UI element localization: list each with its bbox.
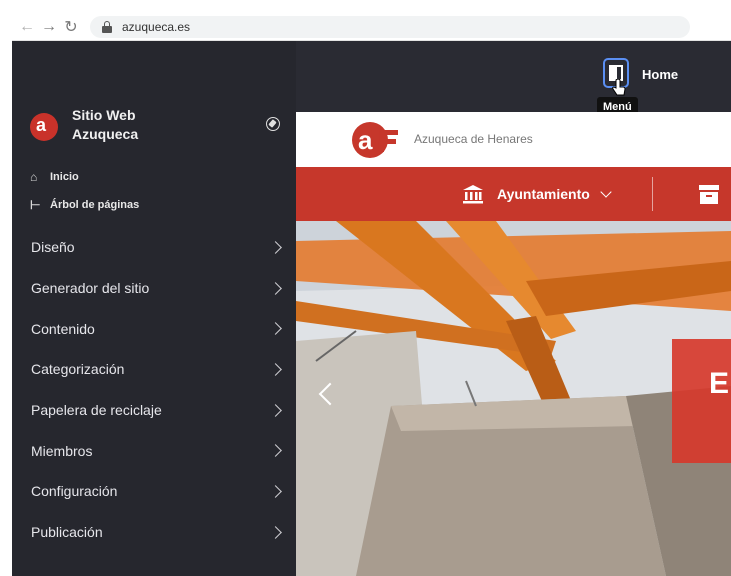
hand-cursor-icon	[612, 79, 626, 96]
page-tree-icon: ⊢	[30, 198, 41, 212]
sidebar-item-inicio[interactable]: ⌂ Inicio	[30, 170, 79, 184]
admin-sidebar: a Sitio Web Azuqueca ⌂ Inicio ⊢ Árbol de…	[12, 41, 296, 576]
lock-icon	[102, 21, 112, 33]
sidebar-item-site-builder[interactable]: Generador del sitio	[12, 268, 296, 309]
site-main-nav: Ayuntamiento	[296, 167, 731, 221]
chevron-right-icon	[269, 525, 282, 539]
menu-item-label: Publicación	[31, 524, 103, 541]
hero-caption-panel	[672, 339, 731, 463]
sidebar-menu: Diseño Generador del sitio Contenido Cat…	[12, 227, 296, 553]
home-icon: ⌂	[30, 170, 38, 184]
browser-toolbar: ← → ↻ azuqueca.es	[12, 14, 731, 41]
menu-item-label: Miembros	[31, 442, 93, 459]
chevron-down-icon	[600, 186, 612, 198]
nav-item-ayuntamiento[interactable]: Ayuntamiento	[497, 186, 590, 202]
institution-icon	[463, 185, 483, 204]
menu-item-label: Generador del sitio	[31, 280, 150, 297]
page-title-home: Home	[642, 67, 679, 82]
chevron-right-icon	[269, 363, 282, 376]
site-brand-header: a Azuqueca de Henares	[296, 112, 731, 167]
menu-item-label: Configuración	[31, 483, 118, 500]
chevron-right-icon	[269, 403, 282, 417]
archive-icon[interactable]	[698, 183, 720, 205]
sidebar-item-label: Inicio	[50, 171, 79, 183]
compass-icon[interactable]	[266, 117, 280, 131]
chevron-right-icon	[269, 281, 282, 295]
brand-logo-icon[interactable]: a	[350, 120, 402, 160]
control-menu-bar: Home Menú	[296, 41, 731, 117]
chevron-right-icon	[269, 240, 282, 254]
hero-caption-text: E	[709, 367, 730, 400]
forward-icon[interactable]: →	[38, 16, 60, 38]
hero-image	[296, 221, 731, 576]
chevron-right-icon	[269, 322, 282, 336]
sidebar-item-recycle-bin[interactable]: Papelera de reciclaje	[12, 390, 296, 431]
menu-item-label: Diseño	[31, 239, 75, 256]
back-icon[interactable]: ←	[16, 16, 38, 38]
nav-divider	[652, 177, 653, 211]
chevron-right-icon	[269, 485, 282, 498]
sidebar-item-content[interactable]: Contenido	[12, 308, 296, 349]
url-text: azuqueca.es	[122, 20, 191, 34]
menu-item-label: Papelera de reciclaje	[31, 402, 162, 419]
sidebar-item-diseno[interactable]: Diseño	[12, 227, 296, 268]
menu-item-label: Contenido	[31, 320, 95, 337]
site-logo-icon: a	[30, 113, 58, 141]
site-title-line1: Sitio Web	[72, 107, 136, 123]
sidebar-item-publication[interactable]: Publicación	[12, 512, 296, 553]
sidebar-item-members[interactable]: Miembros	[12, 430, 296, 471]
svg-text:a: a	[358, 125, 373, 155]
address-bar[interactable]: azuqueca.es	[90, 16, 690, 38]
hero-carousel: E	[296, 221, 731, 576]
brand-name[interactable]: Azuqueca de Henares	[414, 132, 533, 146]
menu-item-label: Categorización	[31, 361, 125, 378]
reload-icon[interactable]: ↻	[60, 16, 82, 38]
sidebar-item-configuration[interactable]: Configuración	[12, 471, 296, 512]
sidebar-item-label: Árbol de páginas	[50, 199, 140, 211]
sidebar-item-page-tree[interactable]: ⊢ Árbol de páginas	[30, 198, 139, 212]
site-header-block: a Sitio Web Azuqueca	[12, 103, 296, 147]
site-title-line2: Azuqueca	[72, 126, 139, 142]
sidebar-item-categorization[interactable]: Categorización	[12, 349, 296, 390]
chevron-right-icon	[269, 444, 282, 458]
site-title[interactable]: Sitio Web Azuqueca	[72, 106, 202, 144]
